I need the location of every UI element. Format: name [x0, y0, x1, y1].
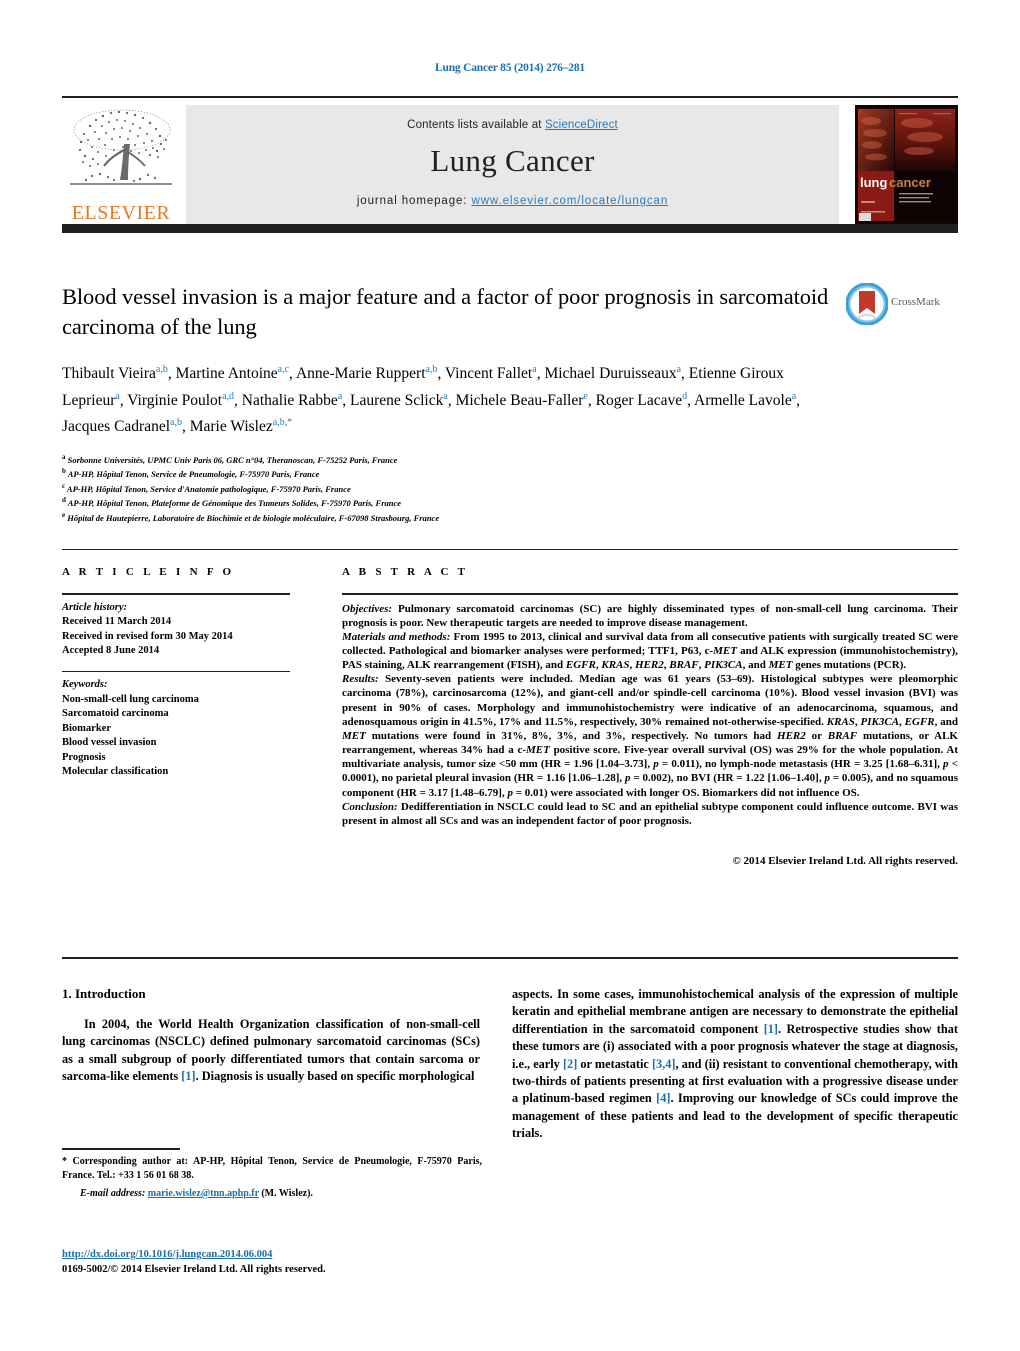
keyword-item: Non-small-cell lung carcinoma	[62, 693, 199, 705]
crossmark-badge[interactable]: CrossMark	[845, 282, 958, 327]
affiliation-item: a Sorbonne Universités, UPMC Univ Paris …	[62, 453, 398, 465]
citation-reference[interactable]: [1]	[181, 1069, 195, 1083]
elsevier-tree-icon	[70, 109, 172, 185]
article-history-item: Accepted 8 June 2014	[62, 645, 160, 656]
introduction-paragraph-right: aspects. In some cases, immunohistochemi…	[512, 987, 959, 1141]
abstract-objectives: Objectives: Pulmonary sarcomatoid carcin…	[342, 602, 958, 630]
author-list: Thibault Vieiraa,b, Martine Antoinea,c, …	[62, 364, 801, 436]
abstract-objectives-label: Objectives:	[342, 602, 393, 615]
introduction-heading: 1. Introduction	[62, 986, 146, 1001]
article-history-list: Received 11 March 2014 Received in revise…	[62, 615, 312, 659]
keyword-item: Blood vessel invasion	[62, 737, 157, 748]
abstract-conclusion-text: Dedifferentiation in NSCLC could lead to…	[342, 800, 958, 827]
affiliation-marker: a	[62, 453, 66, 461]
masthead-bottom-rule	[62, 224, 958, 233]
body-column-left: 1. Introduction In 2004, the World Healt…	[62, 986, 480, 1086]
citation-reference[interactable]: [1]	[764, 1022, 778, 1036]
citation-reference[interactable]: [4]	[656, 1091, 670, 1105]
article-info-heading: A R T I C L E I N F O	[62, 566, 235, 578]
affiliation-marker: b	[62, 467, 66, 476]
keyword-item: Molecular classification	[62, 766, 169, 777]
cover-title-cancer: cancer	[889, 175, 931, 190]
abstract-rule	[342, 593, 958, 595]
introduction-paragraph-left: In 2004, the World Health Organization c…	[62, 1017, 480, 1084]
email-suffix: (M. Wislez).	[258, 1188, 313, 1199]
affiliation-marker: e	[62, 510, 66, 519]
abstract-methods-label: Materials and methods:	[342, 630, 451, 643]
crossmark-icon	[845, 282, 889, 326]
article-history-item: Received 11 March 2014	[62, 616, 172, 627]
corresponding-author-email-link[interactable]: marie.wislez@tnn.aphp.fr	[148, 1188, 259, 1199]
citation-reference[interactable]: [2]	[563, 1057, 577, 1071]
article-history-item: Received in revised form 30 May 2014	[62, 630, 233, 642]
homepage-label: journal homepage:	[356, 195, 472, 207]
footnote-line: * Corresponding author at: AP-HP, Hôpita…	[62, 1155, 482, 1183]
journal-cover-image: lung cancer	[855, 105, 958, 224]
elsevier-logo: ELSEVIER	[62, 104, 180, 224]
affiliation-item: d AP-HP, Hôpital Tenon, Plateforme de Gé…	[62, 496, 402, 509]
sciencedirect-link[interactable]: ScienceDirect	[545, 119, 618, 131]
abstract-copyright: © 2014 Elsevier Ireland Ltd. All rights …	[732, 855, 958, 867]
affiliation-marker: d	[62, 496, 66, 505]
keyword-item: Prognosis	[62, 751, 106, 763]
running-head-citation: Lung Cancer 85 (2014) 276–281	[435, 62, 585, 74]
abstract-conclusion: Conclusion: Dedifferentiation in NSCLC c…	[342, 800, 958, 828]
contents-line: Contents lists available at ScienceDirec…	[186, 119, 839, 131]
doi-link[interactable]: http://dx.doi.org/10.1016/j.lungcan.2014…	[62, 1249, 272, 1260]
journal-homepage-link[interactable]: www.elsevier.com/locate/lungcan	[472, 195, 669, 207]
keywords-label: Keywords:	[62, 679, 108, 690]
body-column-right: aspects. In some cases, immunohistochemi…	[512, 986, 958, 1143]
affiliation-item: e Hôpital de Hautepierre, Laboratoire de…	[62, 510, 440, 523]
elsevier-wordmark: ELSEVIER	[71, 202, 171, 224]
abstract-results: Results: Seventy-seven patients were inc…	[342, 672, 958, 799]
info-abstract-top-rule	[62, 549, 958, 550]
article-title: Blood vessel invasion is a major feature…	[62, 284, 829, 339]
journal-article-page: Lung Cancer 85 (2014) 276–281 ELSEVIER C…	[0, 0, 1020, 1351]
abstract-conclusion-label: Conclusion:	[342, 800, 398, 813]
article-info-rule	[62, 593, 290, 595]
article-info-column: A R T I C L E I N F O Article history: R…	[62, 566, 312, 780]
abstract-results-label: Results:	[342, 673, 379, 686]
keywords-rule	[62, 670, 290, 672]
journal-cover-thumbnail: lung cancer	[855, 105, 958, 224]
journal-homepage-line: journal homepage: www.elsevier.com/locat…	[186, 195, 839, 207]
citation-reference[interactable]: [3,4]	[652, 1057, 676, 1071]
affiliation-list: a Sorbonne Universités, UPMC Univ Paris …	[62, 452, 862, 524]
masthead-band: Contents lists available at ScienceDirec…	[186, 105, 839, 224]
keyword-item: Biomarker	[62, 722, 111, 734]
article-title-block: Blood vessel invasion is a major feature…	[62, 282, 832, 439]
doi-block: http://dx.doi.org/10.1016/j.lungcan.2014…	[62, 1248, 512, 1277]
affiliation-item: c AP-HP, Hôpital Tenon, Service d'Anatom…	[62, 481, 351, 494]
corresponding-author-footnote: * Corresponding author at: AP-HP, Hôpita…	[62, 1155, 482, 1201]
footnote-rule	[62, 1148, 180, 1150]
affiliation-item: b AP-HP, Hôpital Tenon, Service de Pneum…	[62, 467, 320, 480]
keyword-item: Sarcomatoid carcinoma	[62, 708, 169, 719]
info-abstract-bottom-rule	[62, 957, 958, 959]
issn-copyright-line: 0169-5002/© 2014 Elsevier Ireland Ltd. A…	[62, 1263, 326, 1275]
abstract-column: A B S T R A C T Objectives: Pulmonary sa…	[342, 566, 958, 868]
cover-title-lung: lung	[860, 175, 887, 190]
abstract-results-text: Seventy-seven patients were included. Me…	[342, 673, 959, 799]
email-label: E-mail address:	[80, 1188, 146, 1199]
abstract-body: Objectives: Pulmonary sarcomatoid carcin…	[342, 602, 958, 869]
keywords-list: Non-small-cell lung carcinoma Sarcomatoid…	[62, 693, 312, 780]
abstract-heading: A B S T R A C T	[342, 566, 469, 578]
contents-prefix: Contents lists available at	[407, 119, 545, 131]
masthead-top-rule	[62, 96, 958, 98]
affiliation-marker: c	[62, 481, 66, 490]
journal-title: Lung Cancer	[430, 143, 595, 178]
footnote-email-row: E-mail address: marie.wislez@tnn.aphp.fr…	[62, 1187, 482, 1201]
article-history-label: Article history:	[62, 601, 128, 613]
crossmark-label: CrossMark	[891, 296, 940, 308]
abstract-objectives-text: Pulmonary sarcomatoid carcinomas (SC) ar…	[342, 602, 958, 629]
abstract-methods: Materials and methods: From 1995 to 2013…	[342, 630, 958, 672]
journal-masthead: ELSEVIER Contents lists available at Sci…	[62, 96, 958, 233]
footnote-text: Corresponding author at: AP-HP, Hôpital …	[62, 1156, 482, 1181]
